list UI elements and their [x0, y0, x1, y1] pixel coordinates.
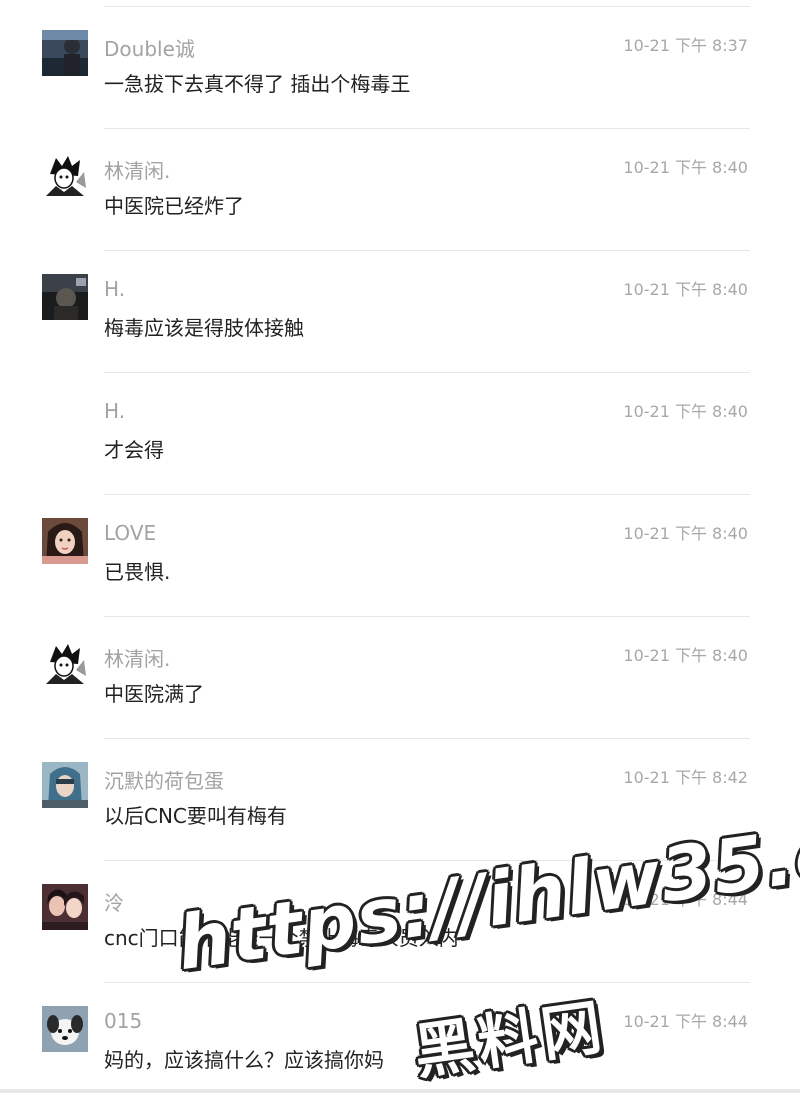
sender-name[interactable]: H.: [104, 277, 125, 301]
message-text: 一急拔下去真不得了 插出个梅毒王: [104, 72, 411, 96]
message-text: cnc门口能不能挂一个禁止梅毒人员入内: [104, 926, 459, 950]
avatar-anime-icon: [42, 640, 88, 686]
timestamp: 10-21 下午 8:40: [623, 280, 748, 299]
avatar[interactable]: [42, 884, 88, 930]
avatar-photo-icon: [42, 30, 88, 76]
avatar-couple-photo-icon: [42, 884, 88, 930]
avatar-dog-icon: [42, 1006, 88, 1052]
divider: [104, 982, 750, 983]
avatar[interactable]: [42, 274, 88, 320]
divider: [104, 494, 750, 495]
timestamp: 10-21 下午 8:40: [623, 158, 748, 177]
timestamp: 10-21 下午 8:40: [623, 524, 748, 543]
timestamp: 10-21 下午 8:37: [623, 36, 748, 55]
sender-name[interactable]: Double诚: [104, 33, 195, 62]
message-text: 中医院已经炸了: [104, 194, 244, 218]
avatar-girl-photo-icon: [42, 518, 88, 564]
divider: [104, 372, 750, 373]
message-text: 已畏惧.: [104, 560, 171, 584]
divider: [104, 616, 750, 617]
message-text: 妈的，应该搞什么？应该搞你妈: [104, 1048, 384, 1072]
timestamp: 10-21 下午 8:44: [623, 1012, 748, 1031]
message-text: 中医院满了: [104, 682, 204, 706]
avatar-dark-photo-icon: [42, 274, 88, 320]
message-text: 以后CNC要叫有梅有: [104, 804, 287, 828]
avatar[interactable]: [42, 152, 88, 198]
avatar[interactable]: [42, 640, 88, 686]
chat-message: 沉默的荷包蛋 10-21 下午 8:42 以后CNC要叫有梅有: [0, 738, 800, 860]
avatar-hood-photo-icon: [42, 762, 88, 808]
sender-name[interactable]: 沉默的荷包蛋: [104, 765, 224, 794]
chat-message: LOVE 10-21 下午 8:40 已畏惧.: [0, 494, 800, 616]
sender-name[interactable]: 泠: [104, 887, 124, 916]
divider: [104, 250, 750, 251]
divider: [104, 738, 750, 739]
bottom-border: [0, 1089, 800, 1093]
sender-name[interactable]: H.: [104, 399, 125, 423]
avatar[interactable]: [42, 762, 88, 808]
chat-message: H. 10-21 下午 8:40 梅毒应该是得肢体接触: [0, 250, 800, 372]
chat-message: 015 10-21 下午 8:44 妈的，应该搞什么？应该搞你妈: [0, 982, 800, 1104]
message-text: 才会得: [104, 438, 164, 462]
message-text: 梅毒应该是得肢体接触: [104, 316, 304, 340]
timestamp: 10-21 下午 8:42: [623, 768, 748, 787]
avatar-anime-icon: [42, 152, 88, 198]
avatar[interactable]: [42, 518, 88, 564]
chat-message: 林清闲. 10-21 下午 8:40 中医院已经炸了: [0, 128, 800, 250]
avatar[interactable]: [42, 30, 88, 76]
timestamp: 10-21 下午 8:44: [623, 890, 748, 909]
sender-name[interactable]: LOVE: [104, 521, 156, 545]
chat-message: Double诚 10-21 下午 8:37 一急拔下去真不得了 插出个梅毒王: [0, 6, 800, 128]
divider: [104, 128, 750, 129]
chat-message: 泠 10-21 下午 8:44 cnc门口能不能挂一个禁止梅毒人员入内: [0, 860, 800, 982]
sender-name[interactable]: 林清闲.: [104, 155, 170, 184]
chat-message-list: Double诚 10-21 下午 8:37 一急拔下去真不得了 插出个梅毒王 林…: [0, 0, 800, 1093]
divider: [104, 860, 750, 861]
chat-message: 林清闲. 10-21 下午 8:40 中医院满了: [0, 616, 800, 738]
sender-name[interactable]: 015: [104, 1009, 142, 1033]
chat-message: H. 10-21 下午 8:40 才会得: [0, 372, 800, 494]
timestamp: 10-21 下午 8:40: [623, 402, 748, 421]
avatar[interactable]: [42, 1006, 88, 1052]
timestamp: 10-21 下午 8:40: [623, 646, 748, 665]
sender-name[interactable]: 林清闲.: [104, 643, 170, 672]
